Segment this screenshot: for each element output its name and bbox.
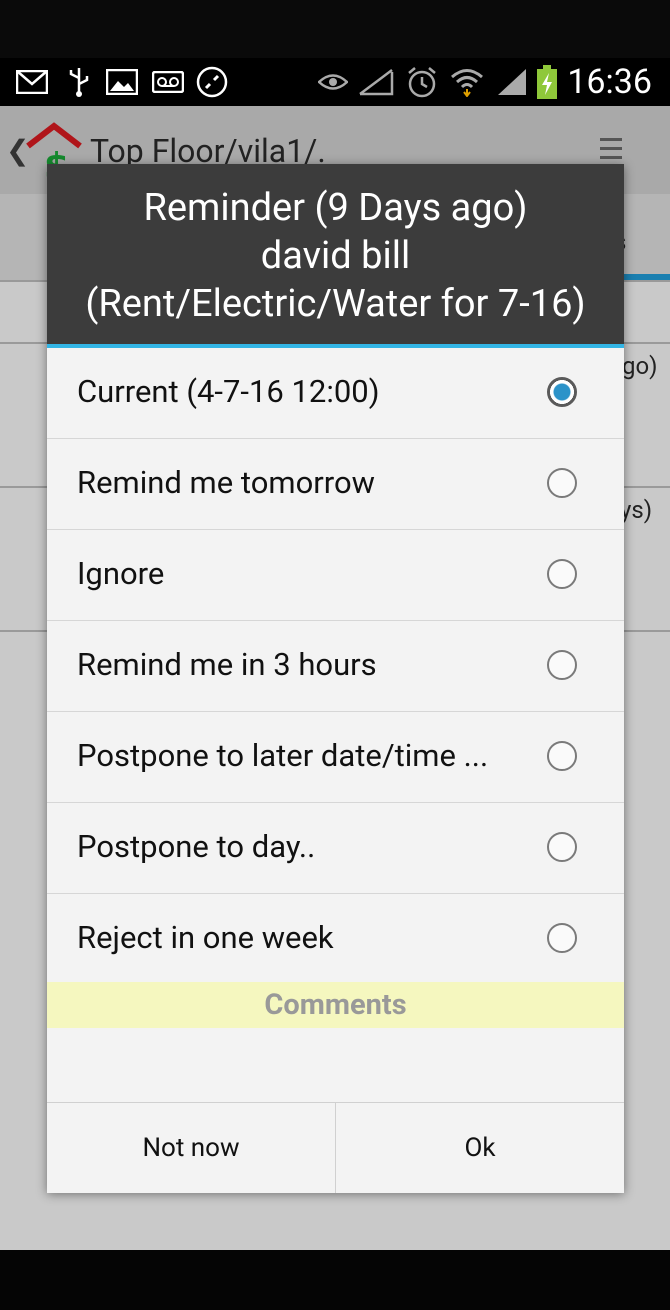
option-remind-3-hours[interactable]: Remind me in 3 hours xyxy=(47,621,624,712)
ok-button[interactable]: Ok xyxy=(336,1103,624,1193)
not-now-button[interactable]: Not now xyxy=(47,1103,336,1193)
option-current[interactable]: Current (4-7-16 12:00) xyxy=(47,348,624,439)
option-label: Remind me in 3 hours xyxy=(77,646,377,683)
radio-button[interactable] xyxy=(547,468,577,498)
status-time: 16:36 xyxy=(567,62,652,102)
overflow-menu-icon[interactable] xyxy=(600,138,622,165)
option-reject-week[interactable]: Reject in one week xyxy=(47,894,624,984)
bg-fragment: ys) xyxy=(620,496,653,524)
voicemail-icon xyxy=(152,66,184,98)
option-postpone-datetime[interactable]: Postpone to later date/time ... xyxy=(47,712,624,803)
wifi-icon xyxy=(450,66,484,98)
option-label: Postpone to day.. xyxy=(77,828,316,865)
option-label: Remind me tomorrow xyxy=(77,464,375,501)
usb-icon xyxy=(66,66,92,98)
status-bar: 16:36 xyxy=(0,58,670,106)
radio-button[interactable] xyxy=(547,650,577,680)
mail-icon xyxy=(16,66,48,98)
dialog-title-line: david bill xyxy=(260,234,411,278)
alarm-icon xyxy=(406,66,438,98)
signal-icon xyxy=(496,66,528,98)
dialog-button-bar: Not now Ok xyxy=(47,1102,624,1193)
option-remind-tomorrow[interactable]: Remind me tomorrow xyxy=(47,439,624,530)
top-black-bar xyxy=(0,0,670,58)
comments-field[interactable] xyxy=(47,1028,624,1102)
image-icon xyxy=(106,66,138,98)
dialog-title-line: (Rent/Electric/Water for 7-16) xyxy=(85,282,586,326)
option-label: Postpone to later date/time ... xyxy=(77,737,489,774)
comments-header: Comments xyxy=(47,982,624,1028)
radio-button[interactable] xyxy=(547,377,577,407)
option-label: Reject in one week xyxy=(77,919,334,956)
dialog-title: Reminder (9 Days ago) david bill (Rent/E… xyxy=(47,184,624,328)
call-icon xyxy=(196,66,228,98)
dialog-title-line: Reminder (9 Days ago) xyxy=(143,186,528,230)
bg-fragment: go) xyxy=(622,352,658,380)
tab-indicator xyxy=(618,274,670,280)
dialog-header: Reminder (9 Days ago) david bill (Rent/E… xyxy=(47,164,624,348)
radio-button[interactable] xyxy=(547,741,577,771)
option-ignore[interactable]: Ignore xyxy=(47,530,624,621)
radio-button[interactable] xyxy=(547,559,577,589)
battery-icon xyxy=(536,65,558,99)
no-signal-icon xyxy=(358,66,394,98)
reminder-dialog: Reminder (9 Days ago) david bill (Rent/E… xyxy=(47,164,624,1193)
option-label: Ignore xyxy=(77,555,165,592)
radio-button[interactable] xyxy=(547,832,577,862)
bottom-black-bar xyxy=(0,1250,670,1310)
radio-button[interactable] xyxy=(547,923,577,953)
option-postpone-day[interactable]: Postpone to day.. xyxy=(47,803,624,894)
option-label: Current (4-7-16 12:00) xyxy=(77,373,380,410)
eye-icon xyxy=(318,66,348,98)
